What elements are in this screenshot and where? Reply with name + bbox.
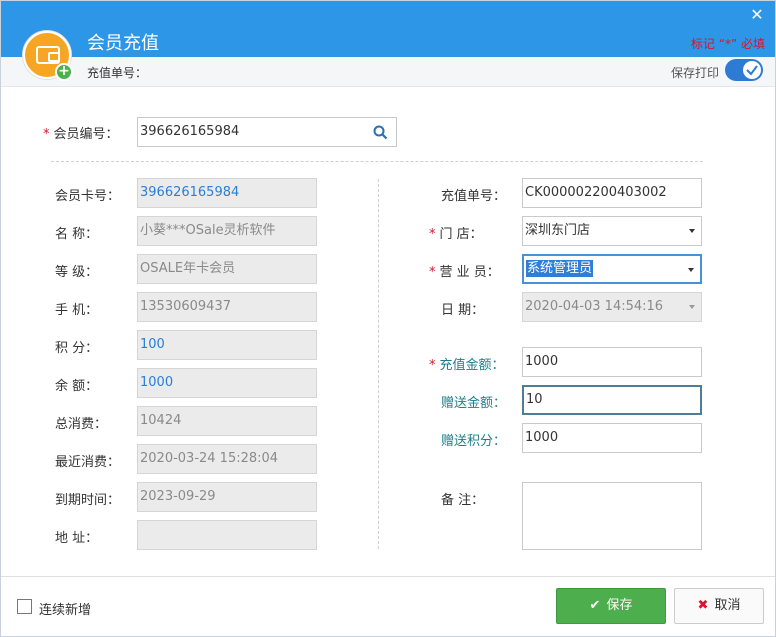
balance-label: 余 额： <box>55 379 99 394</box>
section-divider <box>51 161 703 162</box>
bonus-amount-label: 赠送金额： <box>441 396 507 411</box>
level-label: 等 级： <box>55 265 99 280</box>
bonus-points-input[interactable]: 1000 <box>522 423 702 453</box>
address-label: 地 址： <box>55 531 99 546</box>
remark-label: 备 注： <box>441 493 485 508</box>
date-field: 2020-04-03 14:54:16 <box>522 292 702 322</box>
phone-label: 手 机： <box>55 303 99 318</box>
amount-label: * 充值金额： <box>429 358 505 373</box>
salesperson-label: * 营 业 员： <box>429 265 500 280</box>
wallet-add-icon: + <box>23 31 73 81</box>
member-no-label: * 会员编号： <box>43 127 119 142</box>
level-field: OSALE年卡会员 <box>137 254 317 284</box>
sub-header: 充值单号： 保存打印 <box>1 57 775 87</box>
card-no-label: 会员卡号： <box>55 189 121 204</box>
close-icon[interactable]: ✕ <box>747 5 767 25</box>
store-label: * 门 店： <box>429 227 483 242</box>
continuous-add-checkbox[interactable] <box>17 599 32 614</box>
last-spend-label: 最近消费： <box>55 455 121 470</box>
title-bar: 会员充值 ✕ 标记 “*” 必填 <box>1 1 775 57</box>
points-field: 100 <box>137 330 317 360</box>
total-spend-field: 10424 <box>137 406 317 436</box>
name-field: 小葵***OSale灵析软件 <box>137 216 317 246</box>
footer: 连续新增 ✔ 保存 ✖ 取消 <box>1 576 775 636</box>
order-no-caption: 充值单号： <box>87 66 148 80</box>
required-note: 标记 “*” 必填 <box>690 37 765 51</box>
store-select[interactable]: 深圳东门店 <box>522 216 702 246</box>
bonus-amount-input[interactable]: 10 <box>522 385 702 415</box>
bonus-points-label: 赠送积分： <box>441 434 507 449</box>
cancel-label: 取消 <box>714 598 741 613</box>
amount-input[interactable]: 1000 <box>522 347 702 377</box>
check-icon: ✔ <box>589 598 601 613</box>
total-spend-label: 总消费： <box>55 417 108 432</box>
card-no-field: 396626165984 <box>137 178 317 208</box>
date-label: 日 期： <box>441 303 485 318</box>
chevron-down-icon <box>688 268 694 272</box>
phone-field: 13530609437 <box>137 292 317 322</box>
address-field <box>137 520 317 550</box>
search-icon[interactable] <box>373 125 388 140</box>
continuous-add-label: 连续新增 <box>39 603 92 618</box>
check-icon <box>746 65 758 76</box>
print-toggle-label: 保存打印 <box>670 66 719 80</box>
last-spend-field: 2020-03-24 15:28:04 <box>137 444 317 474</box>
order-no-label: 充值单号： <box>441 189 507 204</box>
name-label: 名 称： <box>55 227 99 242</box>
save-button[interactable]: ✔ 保存 <box>556 588 666 624</box>
print-toggle[interactable] <box>725 59 763 81</box>
save-label: 保存 <box>606 598 633 613</box>
salesperson-select[interactable]: 系统管理员 <box>522 254 702 284</box>
points-label: 积 分： <box>55 341 99 356</box>
order-no-field[interactable]: CK000002200403002 <box>522 178 702 208</box>
balance-field: 1000 <box>137 368 317 398</box>
cancel-button[interactable]: ✖ 取消 <box>674 588 764 624</box>
column-divider <box>378 179 379 549</box>
member-no-input[interactable]: 396626165984 <box>137 117 397 147</box>
expire-label: 到期时间： <box>55 493 121 508</box>
remark-textarea[interactable] <box>522 482 702 550</box>
expire-field: 2023-09-29 <box>137 482 317 512</box>
chevron-down-icon <box>689 305 695 309</box>
close-icon: ✖ <box>697 598 709 613</box>
chevron-down-icon <box>689 229 695 233</box>
recharge-dialog: 会员充值 ✕ 标记 “*” 必填 充值单号： 保存打印 + * 会员编号： 396… <box>0 0 776 637</box>
dialog-title: 会员充值 <box>87 33 159 54</box>
